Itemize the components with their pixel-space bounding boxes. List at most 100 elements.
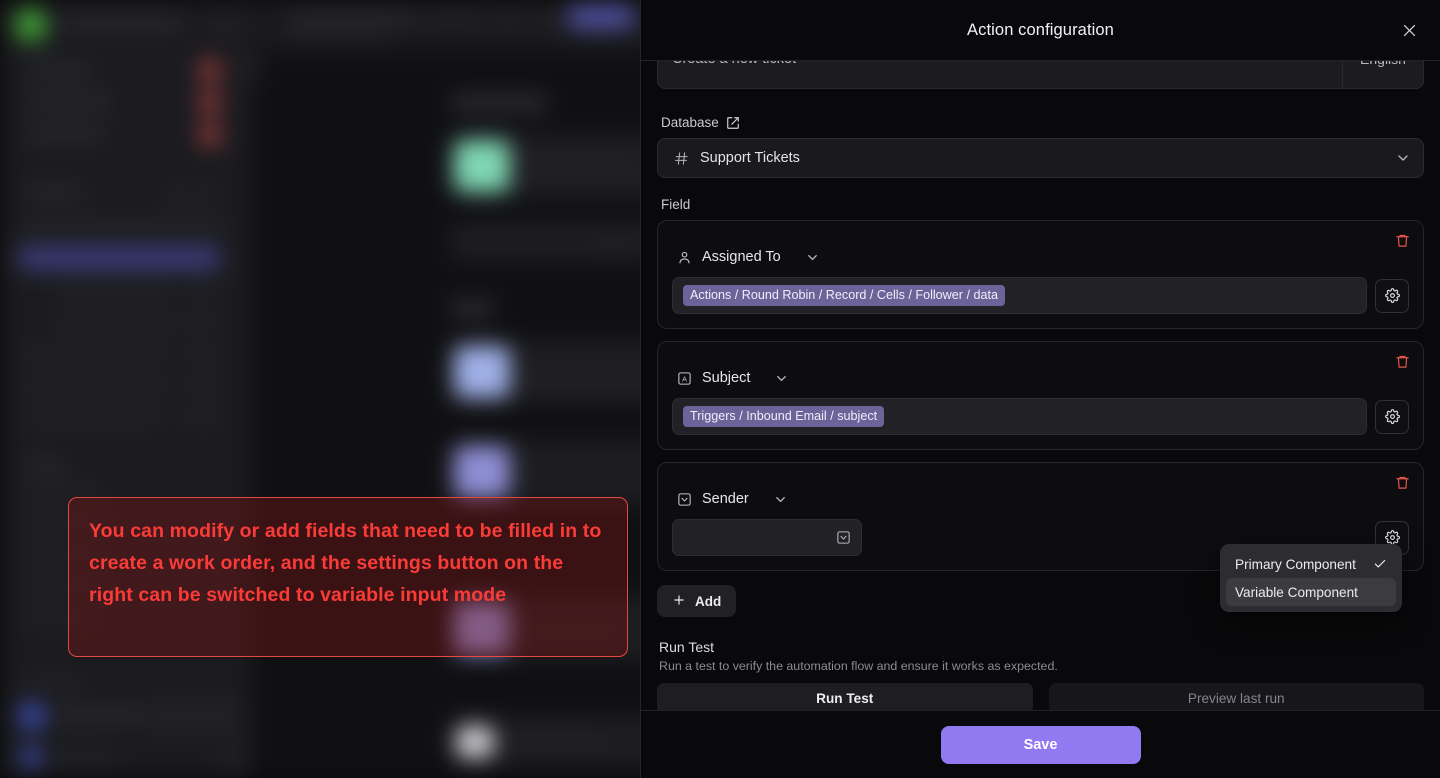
field-value-row: Triggers / Inbound Email / subject [672,398,1409,435]
chevron-down-icon[interactable] [805,250,820,265]
background-user-name [56,707,146,723]
svg-text:A: A [682,375,687,383]
field-value-input[interactable] [672,519,862,556]
background-thumbnail [454,140,510,192]
preview-last-run-button[interactable]: Preview last run [1048,683,1424,710]
variable-chip[interactable]: Actions / Round Robin / Record / Cells /… [683,284,1005,307]
hash-icon [674,151,689,166]
close-icon[interactable] [1394,15,1424,45]
field-label-text: Field [661,197,691,212]
text-field-icon: A [676,370,692,386]
background-tree-item [22,216,202,236]
background-sidebar-toggle [212,12,238,36]
action-name-input[interactable]: Create a new ticket [658,61,1343,88]
check-icon [1373,557,1387,571]
background-avatar [20,746,42,768]
background-thumbnail [454,346,510,398]
run-test-buttons: Run Test Preview last run [657,683,1424,710]
trash-icon[interactable] [1389,348,1415,374]
add-field-button[interactable]: Add [657,585,737,617]
background-icon [166,183,186,203]
background-tree-item-selected [18,246,220,270]
component-mode-menu: Primary Component Variable Component [1220,544,1402,612]
trash-icon[interactable] [1389,469,1415,495]
background-tree-item [54,281,174,298]
background-section-title [450,92,548,114]
annotation-text: You can modify or add fields that need t… [89,520,602,606]
screen-root: Action configuration Create a new ticket… [0,0,1440,778]
background-tree-item [22,409,166,426]
background-card-text [596,234,630,248]
field-value-input[interactable]: Actions / Round Robin / Record / Cells /… [672,277,1367,314]
chevron-down-icon [1395,150,1411,166]
variable-chip[interactable]: Triggers / Inbound Email / subject [683,405,885,428]
run-test-title: Run Test [659,639,714,655]
background-tree-item [54,313,182,330]
field-header[interactable]: Sender [676,491,1409,507]
select-field-icon [676,491,692,507]
background-badge [199,60,221,82]
background-nav-item [26,94,112,110]
menu-item-variable-component[interactable]: Variable Component [1226,578,1396,606]
background-toolbar-item [420,10,486,26]
background-tree-meta [186,313,220,330]
panel-body: Create a new ticket English Database [641,61,1440,710]
external-link-icon[interactable] [726,116,740,130]
run-test-description: Run a test to verify the automation flow… [659,659,1058,673]
plus-icon [672,593,686,610]
background-subtitle [288,32,384,44]
action-configuration-panel: Action configuration Create a new ticket… [640,0,1440,778]
select-field-icon[interactable] [836,530,851,545]
field-card: A Subject Triggers / Inbound Email / sub… [657,341,1424,450]
language-selector[interactable]: English [1343,61,1423,88]
chevron-down-icon[interactable] [774,371,789,386]
background-nav-item [26,126,106,142]
menu-item-primary-component[interactable]: Primary Component [1226,550,1396,578]
background-list-item [24,482,104,498]
background-primary-button [568,5,634,29]
background-tree-meta [182,216,224,236]
background-tree-item [22,377,172,394]
field-section-label: Field [661,197,1424,212]
run-test-button[interactable]: Run Test [657,683,1033,710]
background-thumbnail [454,446,510,498]
background-badge [199,92,221,114]
background-tree-meta [182,345,222,362]
trash-icon[interactable] [1389,227,1415,253]
database-selected-value: Support Tickets [700,150,800,166]
background-nav-item [26,62,94,78]
background-tree-meta [182,409,222,426]
database-select[interactable]: Support Tickets [657,138,1424,178]
background-logo [14,8,48,42]
field-name: Sender [702,491,749,507]
background-tree-meta [182,377,222,394]
background-icon [196,183,216,203]
field-value-input[interactable]: Triggers / Inbound Email / subject [672,398,1367,435]
action-name-row[interactable]: Create a new ticket English [657,61,1424,89]
person-icon [676,249,692,265]
field-header[interactable]: Assigned To [676,249,1409,265]
menu-item-label: Variable Component [1235,584,1358,600]
panel-title: Action configuration [967,20,1114,39]
add-field-label: Add [695,593,722,609]
save-button[interactable]: Save [940,725,1141,764]
gear-icon[interactable] [1375,399,1409,434]
field-name: Assigned To [702,249,781,265]
panel-footer: Save [641,710,1440,778]
background-user-action [150,700,238,732]
background-thumbnail [456,726,494,758]
chevron-down-icon[interactable] [773,492,788,507]
background-user-name [52,750,116,765]
background-list-item [24,676,84,691]
background-group-title [26,458,66,472]
field-name: Subject [702,370,751,386]
background-avatar [18,702,46,730]
panel-header: Action configuration [641,0,1440,61]
annotation-callout: You can modify or add fields that need t… [68,497,628,657]
field-header[interactable]: A Subject [676,370,1409,386]
background-workspace-name [62,14,182,30]
menu-item-label: Primary Component [1235,556,1356,572]
background-chip [240,56,262,78]
gear-icon[interactable] [1375,278,1409,313]
background-card-text [506,734,606,748]
